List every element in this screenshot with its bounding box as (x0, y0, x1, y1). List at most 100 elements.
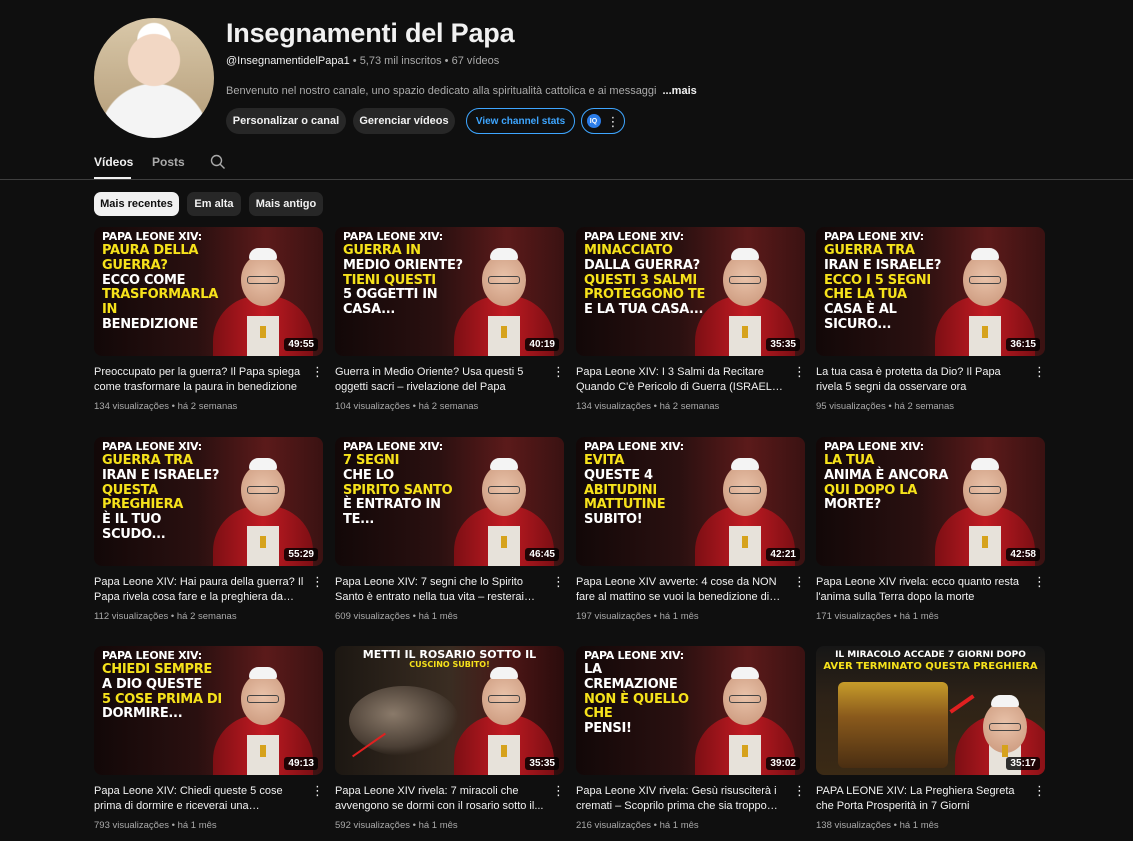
video-title[interactable]: Preoccupato per la guerra? Il Papa spieg… (94, 365, 304, 395)
video-stats: 592 visualizações • há 1 mês (335, 820, 458, 831)
customize-channel-button[interactable]: Personalizar o canal (226, 108, 346, 134)
video-stats: 793 visualizações • há 1 mês (94, 820, 217, 831)
video-thumbnail[interactable]: METTI IL ROSARIO SOTTO IL CUSCINO SUBITO!… (335, 646, 564, 775)
video-card[interactable]: PAPA LEONE XIV: GUERRA TRA IRAN E ISRAELE?… (94, 437, 324, 622)
video-stats: 104 visualizações • há 2 semanas (335, 401, 479, 412)
more-vert-icon[interactable]: ⋮ (311, 574, 324, 590)
more-vert-icon[interactable]: ⋮ (793, 574, 806, 590)
search-icon[interactable] (210, 154, 226, 170)
thumbnail-text: PAPA LEONE XIV: LA TUA ANIMA È ANCORA QUI D… (824, 440, 949, 513)
manage-videos-button[interactable]: Gerenciar vídeos (353, 108, 455, 134)
video-card[interactable]: PAPA LEONE XIV: LA TUA ANIMA È ANCORA QUI D… (816, 437, 1046, 622)
video-card[interactable]: PAPA LEONE XIV: PAURA DELLA GUERRA? ECCO C… (94, 227, 324, 412)
video-thumbnail[interactable]: PAPA LEONE XIV: LA TUA ANIMA È ANCORA QUI D… (816, 437, 1045, 566)
video-title[interactable]: Papa Leone XIV rivela: 7 miracoli che av… (335, 784, 545, 814)
duration-badge: 49:13 (284, 757, 318, 770)
video-card[interactable]: PAPA LEONE XIV: GUERRA IN MEDIO ORIENTE? TI… (335, 227, 565, 412)
tabs-divider (0, 179, 1133, 180)
video-card[interactable]: PAPA LEONE XIV: EVITA QUESTE 4 ABITUDINI MA… (576, 437, 806, 622)
duration-badge: 35:17 (1006, 757, 1040, 770)
video-title[interactable]: Guerra in Medio Oriente? Usa questi 5 og… (335, 365, 545, 395)
video-thumbnail[interactable]: PAPA LEONE XIV: CHIEDI SEMPRE A DIO QUESTE… (94, 646, 323, 775)
thumbnail-text: PAPA LEONE XIV: EVITA QUESTE 4 ABITUDINI MA… (584, 440, 684, 528)
video-stats: 609 visualizações • há 1 mês (335, 611, 458, 622)
video-stats: 171 visualizações • há 1 mês (816, 611, 939, 622)
video-title[interactable]: PAPA LEONE XIV: La Preghiera Segreta che… (816, 784, 1026, 814)
channel-title: Insegnamenti del Papa (226, 18, 515, 48)
extension-badge-icon: IQ (586, 114, 601, 128)
tab-posts[interactable]: Posts (152, 155, 185, 169)
video-card[interactable]: METTI IL ROSARIO SOTTO IL CUSCINO SUBITO!… (335, 646, 565, 831)
more-vert-icon[interactable]: ⋮ (311, 364, 324, 380)
chip-popular[interactable]: Em alta (187, 192, 241, 216)
subscriber-count: 5,73 mil inscritos (359, 55, 442, 67)
video-thumbnail[interactable]: PAPA LEONE XIV: MINACCIATO DALLA GUERRA? QU… (576, 227, 805, 356)
duration-badge: 36:15 (1006, 338, 1040, 351)
thumbnail-text: PAPA LEONE XIV: CHIEDI SEMPRE A DIO QUESTE… (102, 649, 222, 722)
channel-description[interactable]: Benvenuto nel nostro canale, uno spazio … (226, 85, 697, 97)
more-vert-icon[interactable]: ⋮ (552, 574, 565, 590)
video-thumbnail[interactable]: PAPA LEONE XIV: GUERRA TRA IRAN E ISRAELE?… (94, 437, 323, 566)
more-link[interactable]: ...mais (663, 85, 697, 97)
more-vert-icon[interactable]: ⋮ (793, 783, 806, 799)
more-vert-icon[interactable]: ⋮ (311, 783, 324, 799)
video-thumbnail[interactable]: PAPA LEONE XIV: GUERRA IN MEDIO ORIENTE? TI… (335, 227, 564, 356)
video-title[interactable]: Papa Leone XIV avverte: 4 cose da NON fa… (576, 575, 786, 605)
video-stats: 197 visualizações • há 1 mês (576, 611, 699, 622)
more-vert-icon[interactable]: ⋮ (552, 783, 565, 799)
video-title[interactable]: La tua casa è protetta da Dio? Il Papa r… (816, 365, 1026, 395)
thumbnail-text: PAPA LEONE XIV: MINACCIATO DALLA GUERRA? QU… (584, 230, 706, 318)
thumbnail-text: PAPA LEONE XIV: GUERRA IN MEDIO ORIENTE? TI… (343, 230, 463, 318)
video-card[interactable]: PAPA LEONE XIV: MINACCIATO DALLA GUERRA? QU… (576, 227, 806, 412)
channel-meta: @InsegnamentidelPapa1 • 5,73 mil inscrit… (226, 55, 500, 67)
more-vert-icon: ⋮ (606, 113, 620, 129)
chip-oldest[interactable]: Mais antigo (249, 192, 323, 216)
video-stats: 216 visualizações • há 1 mês (576, 820, 699, 831)
channel-avatar[interactable] (94, 18, 214, 138)
video-title[interactable]: Papa Leone XIV rivela: ecco quanto resta… (816, 575, 1026, 605)
more-vert-icon[interactable]: ⋮ (793, 364, 806, 380)
video-card[interactable]: PAPA LEONE XIV: GUERRA TRA IRAN E ISRAELE?… (816, 227, 1046, 412)
treasure-chest (838, 682, 948, 768)
duration-badge: 35:35 (525, 757, 559, 770)
video-title[interactable]: Papa Leone XIV: Hai paura della guerra? … (94, 575, 304, 605)
chip-most-recent[interactable]: Mais recentes (94, 192, 179, 216)
duration-badge: 49:55 (284, 338, 318, 351)
duration-badge: 42:58 (1006, 548, 1040, 561)
tab-videos[interactable]: Vídeos (94, 155, 133, 169)
video-card[interactable]: IL MIRACOLO ACCADE 7 GIORNI DOPO AVER TER… (816, 646, 1046, 831)
video-title[interactable]: Papa Leone XIV: Chiedi queste 5 cose pri… (94, 784, 304, 814)
video-thumbnail[interactable]: PAPA LEONE XIV: PAURA DELLA GUERRA? ECCO C… (94, 227, 323, 356)
video-thumbnail[interactable]: PAPA LEONE XIV: GUERRA TRA IRAN E ISRAELE?… (816, 227, 1045, 356)
video-count: 67 vídeos (451, 55, 500, 67)
more-vert-icon[interactable]: ⋮ (1033, 783, 1046, 799)
thumbnail-text: PAPA LEONE XIV: 7 SEGNI CHE LO SPIRITO SANT… (343, 440, 453, 528)
video-thumbnail[interactable]: PAPA LEONE XIV: EVITA QUESTE 4 ABITUDINI MA… (576, 437, 805, 566)
video-title[interactable]: Papa Leone XIV: I 3 Salmi da Recitare Qu… (576, 365, 786, 395)
duration-badge: 40:19 (525, 338, 559, 351)
extension-button[interactable]: IQ ⋮ (581, 108, 625, 134)
video-stats: 112 visualizações • há 2 semanas (94, 611, 237, 622)
more-vert-icon[interactable]: ⋮ (552, 364, 565, 380)
view-channel-stats-button[interactable]: View channel stats (466, 108, 575, 134)
duration-badge: 35:35 (766, 338, 800, 351)
thumbnail-text: IL MIRACOLO ACCADE 7 GIORNI DOPO AVER TER… (823, 650, 1038, 673)
thumbnail-text: PAPA LEONE XIV: LA CREMAZIONE NON È QUELLO … (584, 649, 689, 737)
duration-badge: 55:29 (284, 548, 318, 561)
video-card[interactable]: PAPA LEONE XIV: CHIEDI SEMPRE A DIO QUESTE… (94, 646, 324, 831)
duration-badge: 39:02 (766, 757, 800, 770)
video-thumbnail[interactable]: IL MIRACOLO ACCADE 7 GIORNI DOPO AVER TER… (816, 646, 1045, 775)
video-thumbnail[interactable]: PAPA LEONE XIV: 7 SEGNI CHE LO SPIRITO SANT… (335, 437, 564, 566)
duration-badge: 42:21 (766, 548, 800, 561)
video-thumbnail[interactable]: PAPA LEONE XIV: LA CREMAZIONE NON È QUELLO … (576, 646, 805, 775)
more-vert-icon[interactable]: ⋮ (1033, 574, 1046, 590)
video-title[interactable]: Papa Leone XIV rivela: Gesù risusciterà … (576, 784, 786, 814)
video-stats: 134 visualizações • há 2 semanas (576, 401, 720, 412)
more-vert-icon[interactable]: ⋮ (1033, 364, 1046, 380)
video-card[interactable]: PAPA LEONE XIV: LA CREMAZIONE NON È QUELLO … (576, 646, 806, 831)
video-title[interactable]: Papa Leone XIV: 7 segni che lo Spirito S… (335, 575, 545, 605)
video-stats: 134 visualizações • há 2 semanas (94, 401, 238, 412)
thumbnail-text: PAPA LEONE XIV: PAURA DELLA GUERRA? ECCO C… (102, 230, 218, 333)
video-card[interactable]: PAPA LEONE XIV: 7 SEGNI CHE LO SPIRITO SANT… (335, 437, 565, 622)
channel-handle[interactable]: @InsegnamentidelPapa1 (226, 55, 350, 67)
